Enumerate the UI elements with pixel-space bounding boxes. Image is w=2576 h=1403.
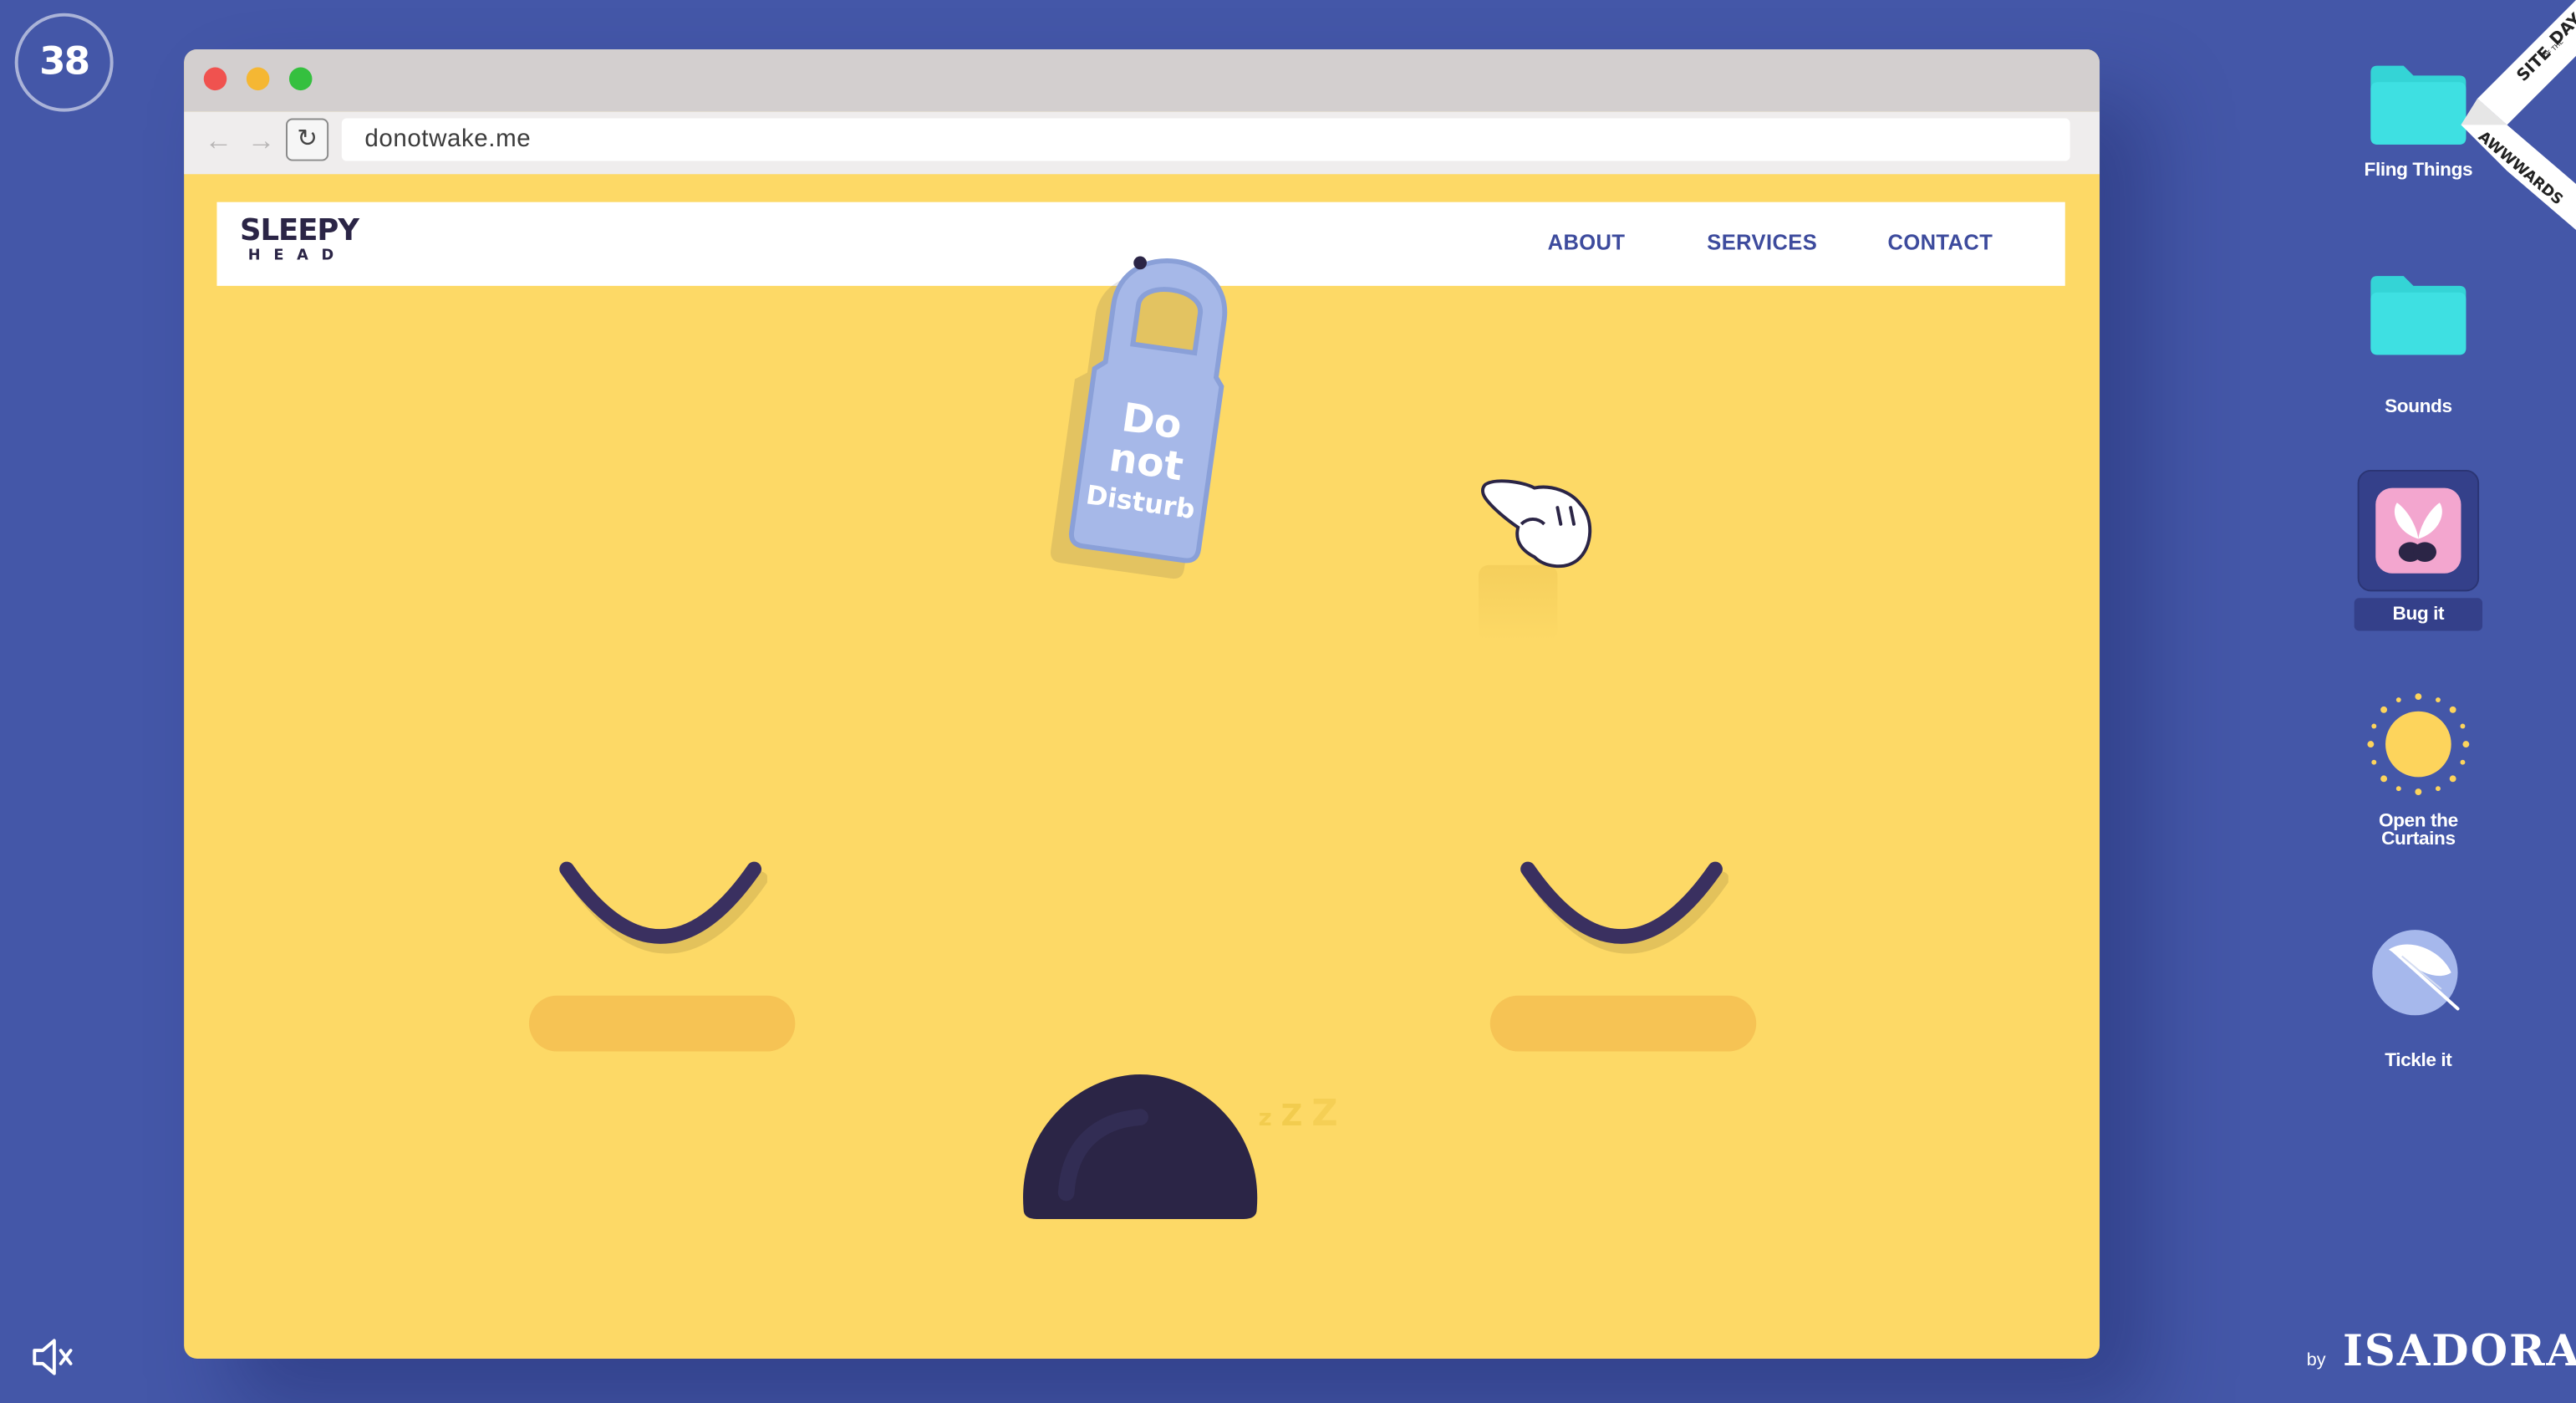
feather-icon [2372, 930, 2460, 1016]
reload-button[interactable]: ↻ [286, 118, 329, 161]
forward-arrow-icon[interactable]: → [243, 123, 279, 159]
site-logo[interactable]: SLEEPY HEAD [239, 213, 359, 266]
tickle-it-button[interactable]: Tickle it [2353, 923, 2484, 1071]
zzz-small: z [1258, 1105, 1272, 1132]
browser-window: ← → ↻ donotwake.me SLEEPY HEAD ABOUT SER… [184, 48, 2100, 1359]
mute-speaker-icon[interactable] [29, 1334, 75, 1380]
logo-bottom-text: HEAD [247, 247, 347, 265]
bug-it-icon-frame [2357, 469, 2480, 592]
tickle-it-label: Tickle it [2385, 1051, 2452, 1072]
isadora-logo: ISADORA [2342, 1327, 2576, 1377]
sun-icon [2367, 693, 2470, 796]
counter-badge: 38 [14, 13, 114, 112]
snore-zzz: z Z Z [1259, 1094, 1338, 1135]
bug-it-app[interactable]: Bug it [2353, 469, 2484, 631]
maximize-window-button[interactable] [288, 67, 313, 91]
open-curtains-button[interactable]: Open the Curtains [2353, 690, 2484, 849]
right-closed-eye [1520, 861, 1728, 954]
webpage: SLEEPY HEAD ABOUT SERVICES CONTACT Do no… [184, 174, 2100, 1359]
zzz-medium: Z [1280, 1099, 1303, 1134]
left-closed-eye [559, 861, 767, 954]
sounds-label: Sounds [2385, 397, 2452, 418]
folder-icon [2370, 276, 2467, 355]
desktop: 38 ← → ↻ donotwake.me SLEEPY HEAD ABOUT … [0, 0, 2576, 1403]
right-cheek-blush [1489, 995, 1757, 1052]
browser-toolbar: ← → ↻ donotwake.me [184, 111, 2100, 175]
by-text: by [2306, 1350, 2326, 1370]
sounds-folder[interactable]: Sounds [2353, 269, 2484, 417]
sleeping-mouth[interactable] [1017, 1061, 1264, 1225]
nav-services-link[interactable]: SERVICES [1707, 230, 1817, 254]
do-not-disturb-tag[interactable]: Do not Disturb [1038, 211, 1235, 589]
close-window-button[interactable] [203, 67, 227, 91]
bug-it-label: Bug it [2354, 598, 2483, 631]
nav-about-link[interactable]: ABOUT [1548, 230, 1626, 254]
minimize-window-button[interactable] [246, 67, 270, 91]
fly-icon [2375, 487, 2461, 574]
left-cheek-blush [528, 995, 796, 1052]
nav-contact-link[interactable]: CONTACT [1887, 230, 1993, 254]
zzz-large: Z [1311, 1094, 1338, 1135]
open-curtains-label-line2: Curtains [2381, 829, 2456, 849]
open-curtains-label-line1: Open the [2378, 811, 2458, 832]
back-arrow-icon[interactable]: ← [201, 123, 237, 159]
browser-titlebar [184, 48, 2100, 112]
open-curtains-label: Open the Curtains [2353, 811, 2484, 849]
logo-top-text: SLEEPY [239, 213, 359, 248]
awwwards-site-of-the-day-ribbon[interactable]: SITE OF THE DAY AWWWARDS [2412, 0, 2576, 231]
address-bar[interactable]: donotwake.me [341, 118, 2070, 161]
pointing-hand-cursor-icon [1480, 479, 1592, 569]
